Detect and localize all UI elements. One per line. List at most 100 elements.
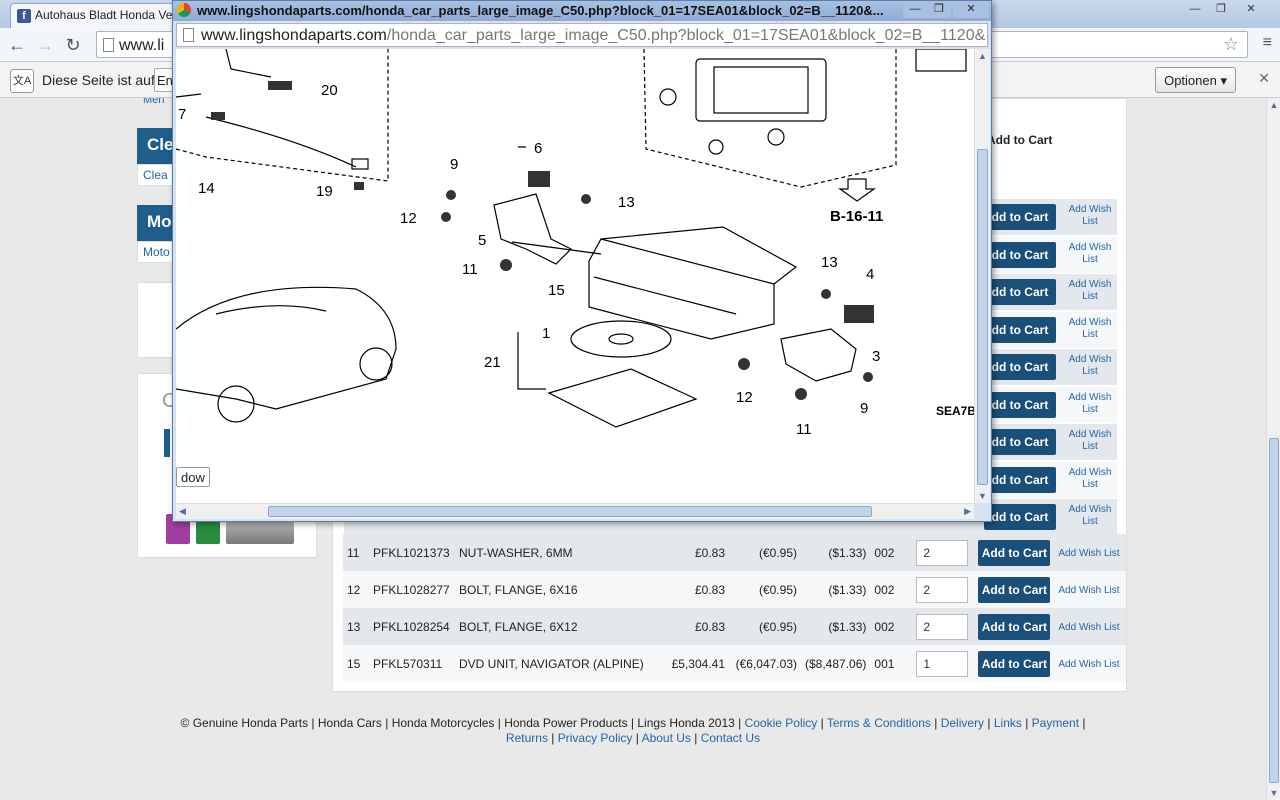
- close-translate-icon[interactable]: ✕: [1258, 70, 1270, 87]
- window-button[interactable]: dow: [176, 467, 210, 487]
- address-text: www.li: [119, 37, 165, 54]
- table-row: 11 PFKL1021373 NUT-WASHER, 6MM £0.83 (€0.95)…: [343, 534, 1127, 571]
- qty-input[interactable]: [916, 613, 969, 640]
- part-20-icon: [268, 81, 292, 90]
- restore-icon[interactable]: ❐: [1210, 2, 1232, 18]
- add-to-cart-button[interactable]: dd to Cart: [984, 429, 1056, 455]
- footer-link-contact[interactable]: Contact Us: [701, 731, 760, 745]
- options-button[interactable]: Optionen ▾: [1155, 67, 1236, 93]
- diagram-svg: 20714 1996131251115121134312911 B-16-11 S…: [176, 49, 974, 438]
- back-icon[interactable]: ←: [6, 34, 28, 56]
- add-to-cart-button[interactable]: dd to Cart: [984, 466, 1056, 493]
- popup-scroll-right-icon[interactable]: ▶: [964, 506, 971, 517]
- add-to-cart-button[interactable]: dd to Cart: [984, 391, 1056, 418]
- bookmark-star-icon[interactable]: ☆: [1223, 34, 1239, 55]
- page-scrollbar[interactable]: ▲ ▼: [1266, 98, 1280, 800]
- part-description: BOLT, FLANGE, 6X12: [455, 608, 655, 645]
- popup-url-host: www.lingshondaparts.com: [201, 27, 387, 44]
- language-select[interactable]: En: [154, 68, 174, 92]
- qty-input[interactable]: [916, 650, 969, 677]
- scroll-down-icon[interactable]: ▼: [1268, 788, 1280, 798]
- browser-tab[interactable]: f Autohaus Bladt Honda Vertr: [10, 3, 190, 28]
- callout-label: 13: [618, 194, 635, 211]
- callout-label: 11: [796, 421, 812, 438]
- minimize-icon[interactable]: —: [1184, 2, 1206, 18]
- scroll-up-icon[interactable]: ▲: [1268, 100, 1280, 110]
- parts-diagram: 20 7 14 19 9 6 13 12 5 11 15 1 21 13 4 3 12 9 11 B-16-11 S…: [176, 49, 974, 503]
- callout-label: 4: [866, 266, 874, 283]
- add-to-cart-button[interactable]: Add to Cart: [978, 613, 1051, 640]
- popup-scroll-up-icon[interactable]: ▲: [978, 51, 987, 61]
- wish-cell: Add Wish List: [1054, 571, 1127, 608]
- add-wish-list-link[interactable]: Add Wish List: [1058, 585, 1119, 597]
- add-wish-list-link[interactable]: Add Wish List: [1060, 392, 1120, 416]
- footer-link-cookie[interactable]: Cookie Policy: [745, 716, 818, 730]
- footer-link-payment[interactable]: Payment: [1032, 716, 1079, 730]
- popup-minimize-icon[interactable]: —: [903, 2, 927, 18]
- reload-icon[interactable]: ↻: [62, 34, 84, 56]
- add-to-cart-button[interactable]: dd to Cart: [984, 354, 1056, 380]
- popup-address-bar[interactable]: www.lingshondaparts.com/honda_car_parts_…: [176, 23, 988, 47]
- dashed-box: [176, 49, 389, 182]
- price-eur: (€0.95): [729, 571, 801, 608]
- menu-icon[interactable]: ≡: [1263, 34, 1272, 52]
- qty-cell: [912, 608, 975, 645]
- footer-link-delivery[interactable]: Delivery: [941, 716, 984, 730]
- column-header-cart: Add to Cart: [987, 133, 1053, 147]
- add-wish-list-link[interactable]: Add Wish List: [1060, 467, 1120, 491]
- popup-scroll-down-icon[interactable]: ▼: [978, 491, 987, 501]
- callout-label: 14: [198, 180, 215, 197]
- callout-label: 1: [542, 325, 550, 342]
- qty-input[interactable]: [916, 539, 969, 566]
- footer-link-about[interactable]: About Us: [642, 731, 691, 745]
- add-wish-list-link[interactable]: Add Wish List: [1058, 659, 1119, 671]
- popup-vscroll-thumb[interactable]: [977, 149, 988, 485]
- add-to-cart-button[interactable]: dd to Cart: [984, 204, 1056, 230]
- part-ref: 15: [343, 645, 369, 682]
- add-wish-list-link[interactable]: Add Wish List: [1060, 317, 1120, 341]
- add-to-cart-button[interactable]: dd to Cart: [984, 316, 1056, 343]
- scroll-thumb[interactable]: [1269, 438, 1279, 783]
- popup-scroll-left-icon[interactable]: ◀: [179, 506, 186, 517]
- translate-message: Diese Seite ist auf: [42, 72, 155, 88]
- part-ref: 13: [343, 608, 369, 645]
- popup-close-icon[interactable]: ✕: [953, 2, 989, 18]
- part-code: PFKL1021373: [369, 534, 455, 571]
- screen-inner: [713, 66, 809, 114]
- add-wish-list-link[interactable]: Add Wish List: [1060, 279, 1120, 303]
- popup-title: www.lingshondaparts.com/honda_car_parts_…: [197, 3, 884, 18]
- callout-label: 15: [548, 282, 565, 299]
- footer-link-terms[interactable]: Terms & Conditions: [827, 716, 931, 730]
- footer-link-links[interactable]: Links: [994, 716, 1022, 730]
- price-usd: ($8,487.06): [801, 645, 871, 682]
- add-to-cart-button[interactable]: Add to Cart: [978, 576, 1051, 603]
- cart-cell: Add to Cart: [974, 645, 1055, 682]
- footer-link-privacy[interactable]: Privacy Policy: [558, 731, 633, 745]
- add-wish-list-link[interactable]: Add Wish List: [1060, 204, 1120, 228]
- popup-horizontal-scrollbar[interactable]: ◀ ▶: [176, 503, 974, 519]
- price-eur: (€0.95): [729, 608, 801, 645]
- add-to-cart-button[interactable]: dd to Cart: [984, 241, 1056, 268]
- cart-cell: Add to Cart: [974, 608, 1055, 645]
- add-to-cart-button[interactable]: dd to Cart: [984, 279, 1056, 305]
- qty-input[interactable]: [916, 576, 969, 603]
- add-wish-list-link[interactable]: Add Wish List: [1060, 429, 1120, 453]
- footer-link-returns[interactable]: Returns: [506, 731, 548, 745]
- add-wish-list-link[interactable]: Add Wish List: [1060, 354, 1120, 378]
- close-icon[interactable]: ✕: [1240, 2, 1262, 18]
- dvd-unit-icon: [588, 238, 775, 340]
- popup-vertical-scrollbar[interactable]: ▲ ▼: [974, 49, 990, 503]
- add-wish-list-link[interactable]: Add Wish List: [1058, 622, 1119, 634]
- add-to-cart-button[interactable]: Add to Cart: [978, 650, 1051, 677]
- add-wish-list-link[interactable]: Add Wish List: [1060, 504, 1120, 528]
- forward-icon[interactable]: →: [34, 34, 56, 56]
- part-description: NUT-WASHER, 6MM: [455, 534, 655, 571]
- add-to-cart-button[interactable]: dd to Cart: [984, 504, 1056, 530]
- add-wish-list-link[interactable]: Add Wish List: [1058, 548, 1119, 560]
- popup-restore-icon[interactable]: ❐: [927, 2, 951, 18]
- qty-cell: [912, 645, 975, 682]
- add-wish-list-link[interactable]: Add Wish List: [1060, 242, 1120, 266]
- add-to-cart-button[interactable]: Add to Cart: [978, 539, 1051, 566]
- part-description: DVD UNIT, NAVIGATOR (ALPINE): [455, 645, 655, 682]
- popup-hscroll-thumb[interactable]: [268, 506, 872, 517]
